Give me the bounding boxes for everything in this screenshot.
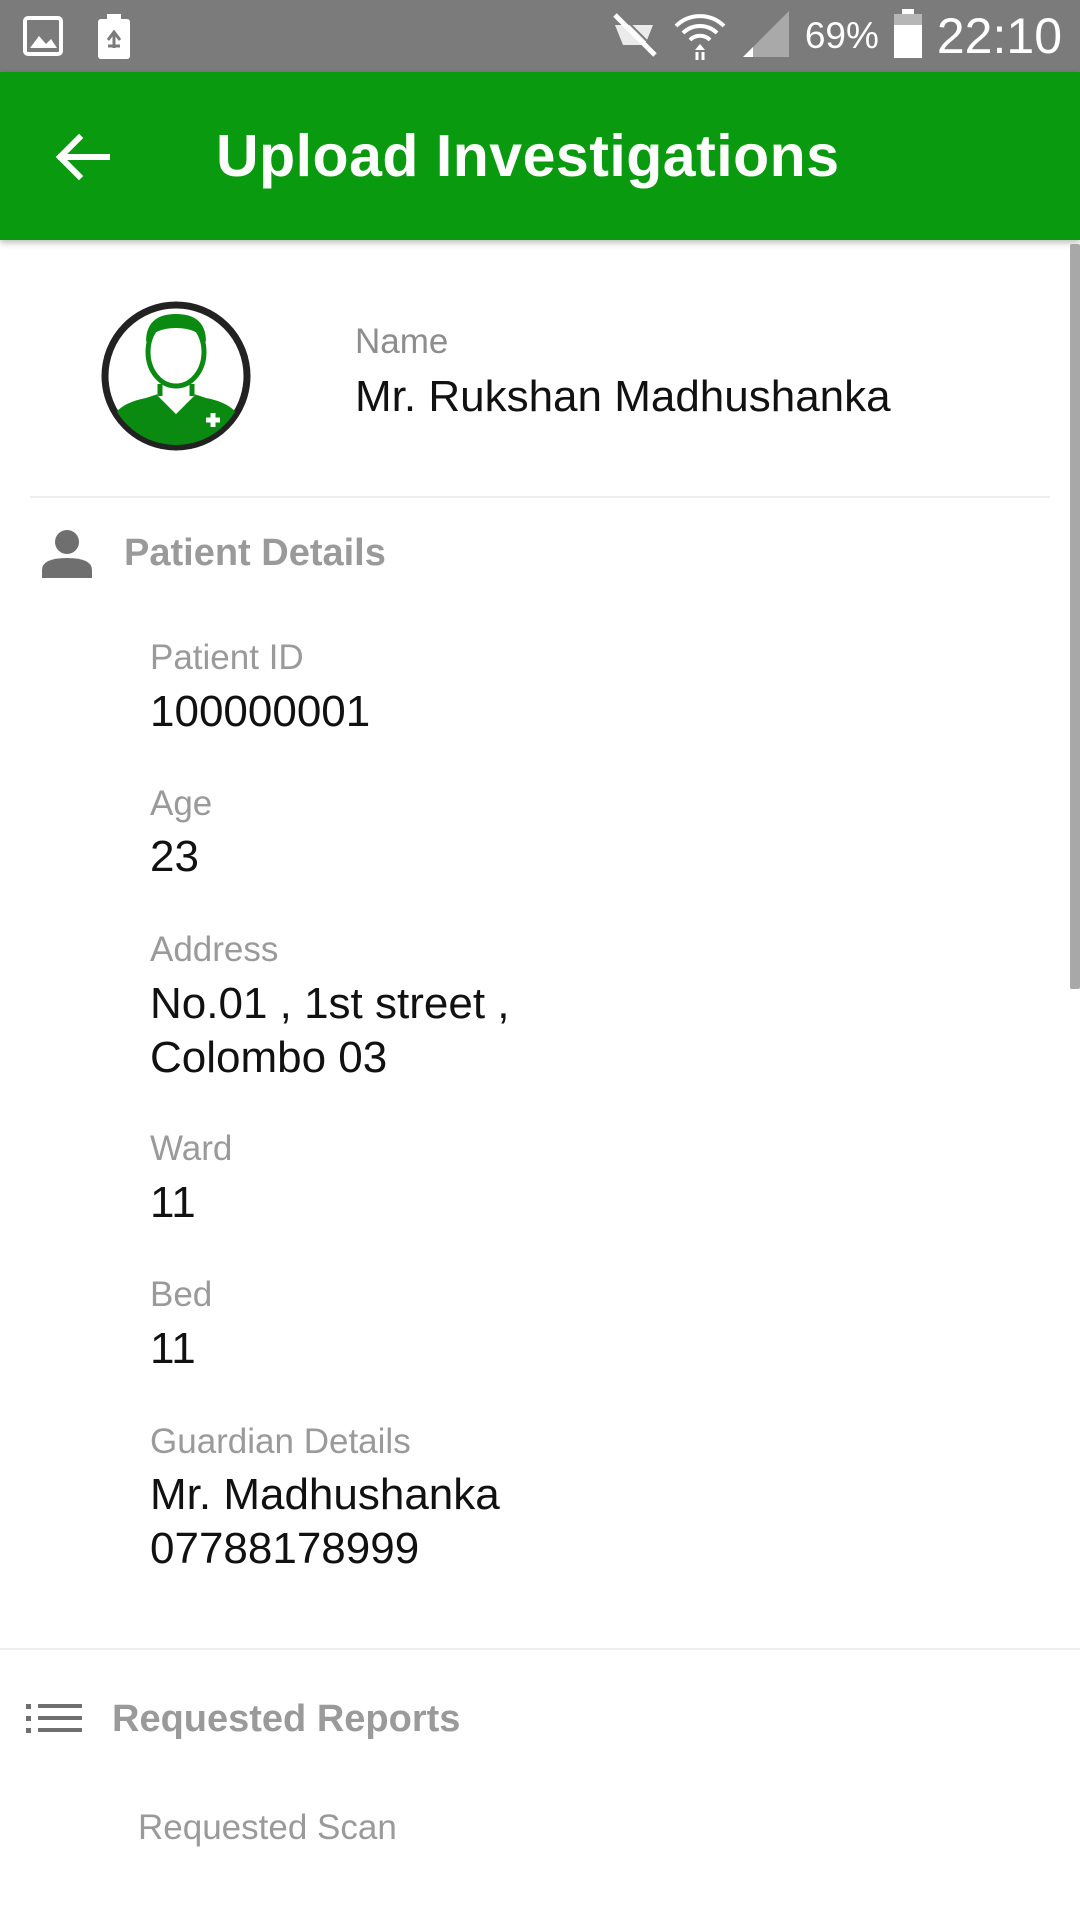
status-bar: 69% 22:10 (0, 0, 1080, 72)
guardian-name: Mr. Madhushanka (150, 1470, 500, 1519)
bed-label: Bed (150, 1275, 213, 1314)
mute-icon (609, 10, 659, 62)
doctor-avatar-icon (100, 300, 252, 452)
name-label: Name (355, 322, 449, 361)
wifi-icon (673, 8, 727, 65)
address-label: Address (150, 930, 279, 969)
guardian-phone: 07788178999 (150, 1524, 420, 1573)
recycle-icon (96, 14, 132, 65)
person-icon (40, 526, 94, 580)
section-title: Requested Reports (112, 1698, 461, 1740)
status-time: 22:10 (936, 8, 1062, 64)
requested-scan-label: Requested Scan (138, 1808, 397, 1847)
battery-icon (893, 8, 923, 64)
gallery-icon (22, 14, 64, 63)
signal-icon (741, 9, 791, 64)
bed-value: 11 (150, 1324, 196, 1373)
scrollbar[interactable] (1070, 244, 1080, 989)
app-bar: Upload Investigations (0, 72, 1080, 240)
divider (0, 1648, 1080, 1650)
guardian-label: Guardian Details (150, 1422, 411, 1461)
address-value-line2: Colombo 03 (150, 1033, 388, 1082)
list-icon (26, 1700, 82, 1740)
patient-id-label: Patient ID (150, 638, 304, 677)
age-value: 23 (150, 832, 199, 881)
ward-value: 11 (150, 1178, 196, 1227)
back-button[interactable] (40, 116, 126, 202)
age-label: Age (150, 784, 213, 823)
section-title: Patient Details (124, 531, 386, 574)
divider (30, 496, 1050, 498)
page-title: Upload Investigations (216, 123, 840, 189)
patient-name: Mr. Rukshan Madhushanka (355, 372, 891, 421)
requested-reports-header: Requested Reports (26, 1698, 460, 1741)
patient-id-value: 100000001 (150, 687, 371, 736)
address-value-line1: No.01 , 1st street , (150, 979, 510, 1028)
ward-label: Ward (150, 1129, 233, 1168)
back-arrow-icon (55, 133, 111, 186)
battery-percent: 69% (804, 15, 879, 56)
patient-details-header: Patient Details (40, 526, 386, 580)
